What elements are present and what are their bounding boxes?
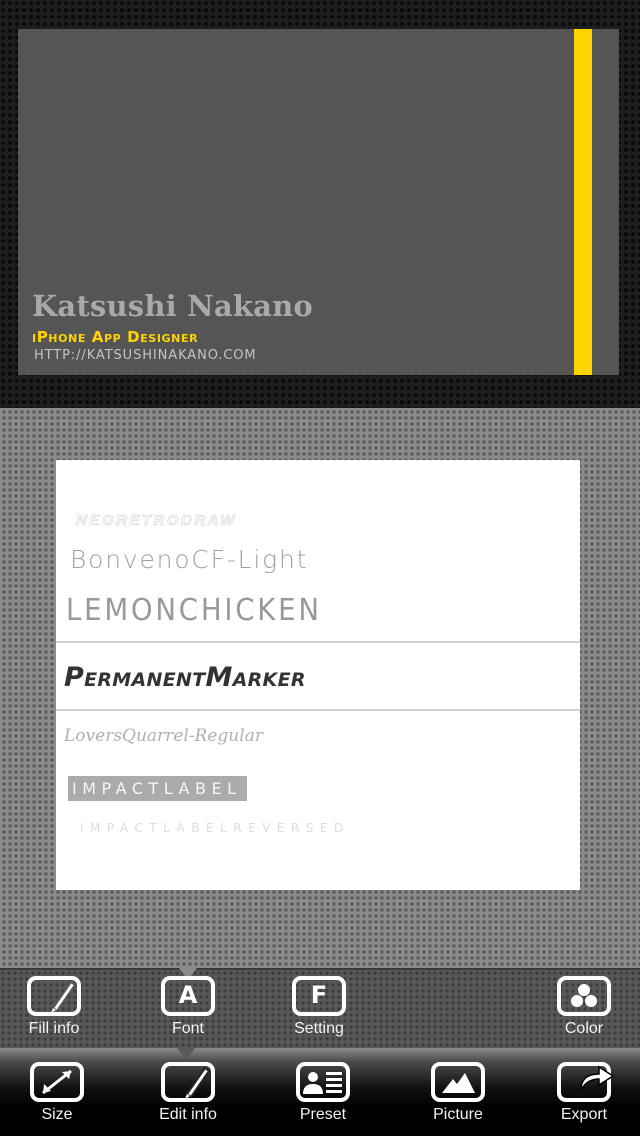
business-card[interactable]: Katsushi Nakano iPhone App Designer HTTP…	[18, 29, 619, 375]
font-option[interactable]: BonvenoCF-Light	[70, 545, 308, 574]
font-option[interactable]: LEMONCHICKEN	[66, 593, 322, 628]
fill-info-button[interactable]: Fill info	[14, 976, 94, 1038]
picture-label: Picture	[433, 1106, 483, 1123]
fill-info-label: Fill info	[28, 1020, 80, 1037]
edit-info-label: Edit info	[159, 1106, 217, 1123]
color-button[interactable]: Color	[544, 976, 624, 1038]
main-toolbar: Size Edit info Preset Picture Export	[0, 1048, 640, 1136]
resize-arrows-icon	[30, 1062, 84, 1102]
font-picker-area: NEORETRODRAW BonvenoCF-Light LEMONCHICKE…	[0, 408, 640, 968]
font-option[interactable]: IMPACTLABEL	[68, 776, 248, 801]
picture-button[interactable]: Picture	[418, 1062, 498, 1124]
pencil-box-icon	[27, 976, 81, 1016]
font-label: Font	[171, 1020, 204, 1037]
edit-info-button[interactable]: Edit info	[148, 1062, 228, 1124]
export-button[interactable]: Export	[544, 1062, 624, 1124]
letter-a-icon: A	[161, 976, 215, 1016]
card-url: HTTP://KATSUSHINAKANO.COM	[34, 348, 257, 363]
color-label: Color	[564, 1020, 604, 1037]
font-option[interactable]	[82, 496, 86, 508]
font-option-selected[interactable]: PermanentMarker	[64, 662, 306, 693]
pencil-box-icon	[161, 1062, 215, 1102]
setting-button[interactable]: F Setting	[279, 976, 359, 1038]
id-card-icon	[296, 1062, 350, 1102]
accent-stripe	[574, 29, 592, 375]
font-option[interactable]: LoversQuarrel-Regular	[64, 726, 263, 746]
size-label: Size	[41, 1106, 73, 1123]
selection-bottom-line	[56, 709, 580, 711]
size-button[interactable]: Size	[17, 1062, 97, 1124]
share-export-icon	[557, 1062, 615, 1102]
card-name: Katsushi Nakano	[32, 289, 313, 323]
font-option[interactable]: NEORETRODRAW	[76, 512, 237, 530]
edit-sub-toolbar: Fill info A Font F Setting Color	[0, 968, 640, 1048]
preset-label: Preset	[299, 1106, 347, 1123]
export-label: Export	[560, 1106, 608, 1123]
card-preview-area: Katsushi Nakano iPhone App Designer HTTP…	[0, 0, 640, 408]
preset-button[interactable]: Preset	[283, 1062, 363, 1124]
font-picker-wheel[interactable]: NEORETRODRAW BonvenoCF-Light LEMONCHICKE…	[56, 460, 580, 890]
setting-label: Setting	[294, 1020, 344, 1037]
color-circles-icon	[557, 976, 611, 1016]
mountains-image-icon	[431, 1062, 485, 1102]
font-button[interactable]: A Font	[148, 976, 228, 1038]
font-option[interactable]	[82, 841, 86, 851]
selection-top-line	[56, 641, 580, 643]
active-pointer	[177, 1048, 195, 1060]
font-option[interactable]: IMPACTLABELREVERSED	[80, 821, 350, 835]
letter-f-icon: F	[292, 976, 346, 1016]
card-job-title: iPhone App Designer	[32, 328, 199, 346]
